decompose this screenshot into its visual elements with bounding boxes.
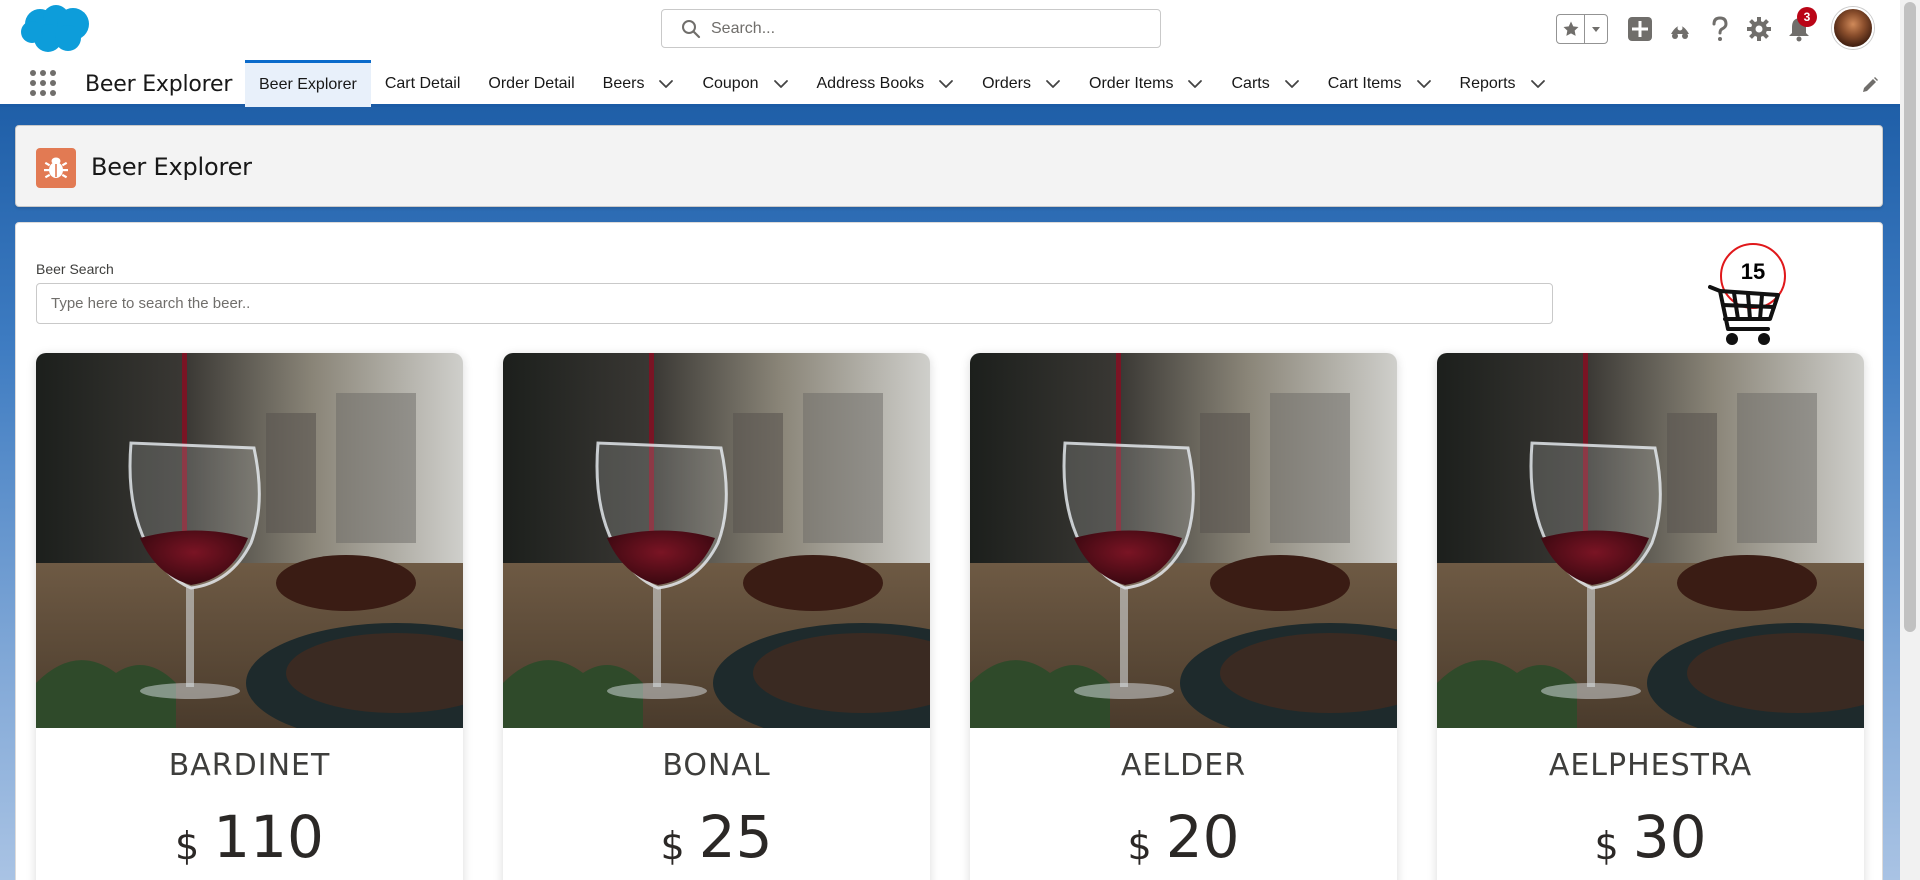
beer-name: BONAL — [662, 748, 771, 783]
nav-items: Beer Explorer Cart Detail Order Detail Beer… — [245, 60, 1560, 107]
scrollbar-thumb[interactable] — [1904, 2, 1916, 632]
star-icon — [1563, 21, 1578, 36]
search-icon — [682, 19, 701, 38]
page-scrollbar[interactable] — [1900, 0, 1920, 880]
launcher-dot — [30, 90, 36, 96]
nav-tab-label: Order Items — [1089, 74, 1174, 92]
launcher-dot — [30, 80, 36, 86]
global-search[interactable] — [661, 9, 1161, 48]
beer-card[interactable]: BARDINET $110 — [36, 353, 463, 880]
chevron-down-icon[interactable] — [1416, 76, 1432, 92]
trailhead-button[interactable] — [1666, 15, 1694, 43]
user-avatar[interactable] — [1832, 7, 1874, 49]
shopping-cart-icon — [1708, 285, 1780, 345]
add-icon — [1628, 17, 1652, 41]
favorites-star-button[interactable] — [1557, 15, 1585, 43]
page-header: Beer Explorer — [15, 125, 1883, 207]
notification-count-badge: 3 — [1797, 7, 1817, 27]
nav-tab-order-items[interactable]: Order Items — [1075, 60, 1217, 107]
beer-price: $20 — [970, 803, 1397, 871]
price-currency: $ — [175, 824, 200, 868]
chevron-down-icon[interactable] — [1045, 76, 1061, 92]
nav-tab-beers[interactable]: Beers — [589, 60, 689, 107]
nav-tab-label: Cart Items — [1327, 74, 1402, 92]
beer-name: AELDER — [1120, 748, 1247, 783]
nav-tab-label: Order Detail — [488, 74, 575, 92]
nav-tab-cart-detail[interactable]: Cart Detail — [371, 60, 475, 107]
nav-tab-cart-items[interactable]: Cart Items — [1314, 60, 1446, 107]
chevron-down-icon[interactable] — [658, 76, 674, 92]
price-amount: 110 — [213, 803, 324, 871]
nav-tab-label: Beer Explorer — [259, 76, 357, 93]
global-header: 3 — [0, 0, 1900, 60]
beer-price: $30 — [1437, 803, 1864, 871]
nav-tab-coupon[interactable]: Coupon — [688, 60, 802, 107]
nav-tab-label: Cart Detail — [384, 74, 461, 92]
beer-card[interactable]: BONAL $25 — [503, 353, 930, 880]
beer-image — [970, 353, 1397, 728]
launcher-dot — [40, 80, 46, 86]
launcher-dot — [50, 80, 56, 86]
chevron-down-icon[interactable] — [1530, 76, 1546, 92]
page-title: Beer Explorer — [91, 153, 252, 181]
price-currency: $ — [1127, 824, 1152, 868]
price-amount: 30 — [1632, 803, 1707, 871]
favorites-group — [1556, 14, 1608, 44]
cart-widget[interactable]: 15 — [1696, 233, 1792, 353]
nav-tab-address-books[interactable]: Address Books — [803, 60, 969, 107]
price-currency: $ — [1594, 824, 1619, 868]
nav-tab-label: Carts — [1231, 74, 1270, 92]
beer-image — [1437, 353, 1864, 728]
nav-tab-reports[interactable]: Reports — [1446, 60, 1560, 107]
beer-name: BARDINET — [168, 748, 331, 783]
nav-tab-order-detail[interactable]: Order Detail — [474, 60, 588, 107]
beer-price: $110 — [36, 803, 463, 871]
beer-search-input[interactable] — [36, 283, 1553, 324]
beer-search-label: Beer Search — [36, 261, 114, 277]
app-nav-bar: Beer Explorer Beer Explorer Cart Detail Or… — [0, 60, 1900, 107]
price-amount: 25 — [698, 803, 773, 871]
launcher-dot — [40, 70, 46, 76]
chevron-down-icon[interactable] — [1284, 76, 1300, 92]
beer-card[interactable]: AELPHESTRA $30 — [1437, 353, 1864, 880]
beer-image — [36, 353, 463, 728]
launcher-dot — [50, 70, 56, 76]
price-amount: 20 — [1165, 803, 1240, 871]
app-name: Beer Explorer — [85, 72, 233, 97]
nav-tab-label: Orders — [982, 74, 1032, 92]
edit-nav-pencil-icon[interactable] — [1861, 76, 1879, 94]
chevron-down-icon[interactable] — [938, 76, 954, 92]
chevron-down-icon[interactable] — [1187, 76, 1203, 92]
beer-card[interactable]: AELDER $20 — [970, 353, 1397, 880]
nav-tab-label: Beers — [602, 74, 645, 92]
help-icon — [1712, 16, 1728, 41]
nav-tab-label: Coupon — [702, 74, 759, 92]
beer-name: AELPHESTRA — [1548, 748, 1753, 783]
beer-explorer-card: Beer Search 15 BARDINET $110 — [15, 222, 1883, 880]
global-actions-button[interactable] — [1626, 15, 1654, 43]
app-launcher-button[interactable] — [28, 68, 58, 98]
chevron-down-icon[interactable] — [773, 76, 789, 92]
launcher-dot — [30, 70, 36, 76]
price-currency: $ — [660, 824, 685, 868]
help-button[interactable] — [1706, 15, 1734, 43]
beer-price: $25 — [503, 803, 930, 871]
favorites-menu-button[interactable] — [1585, 15, 1607, 43]
beer-image — [503, 353, 930, 728]
caret-down-icon — [1592, 27, 1600, 32]
salesforce-logo[interactable] — [18, 2, 94, 54]
bug-icon — [36, 148, 76, 188]
nav-tab-label: Reports — [1459, 74, 1516, 92]
global-search-input[interactable] — [711, 19, 1131, 38]
nav-tab-label: Address Books — [816, 74, 925, 92]
trailhead-icon — [1671, 25, 1689, 39]
gear-icon — [1747, 17, 1771, 41]
nav-tab-beer-explorer[interactable]: Beer Explorer — [245, 60, 371, 107]
nav-tab-carts[interactable]: Carts — [1217, 60, 1313, 107]
setup-button[interactable] — [1745, 15, 1773, 43]
nav-tab-orders[interactable]: Orders — [968, 60, 1075, 107]
launcher-dot — [50, 90, 56, 96]
launcher-dot — [40, 90, 46, 96]
